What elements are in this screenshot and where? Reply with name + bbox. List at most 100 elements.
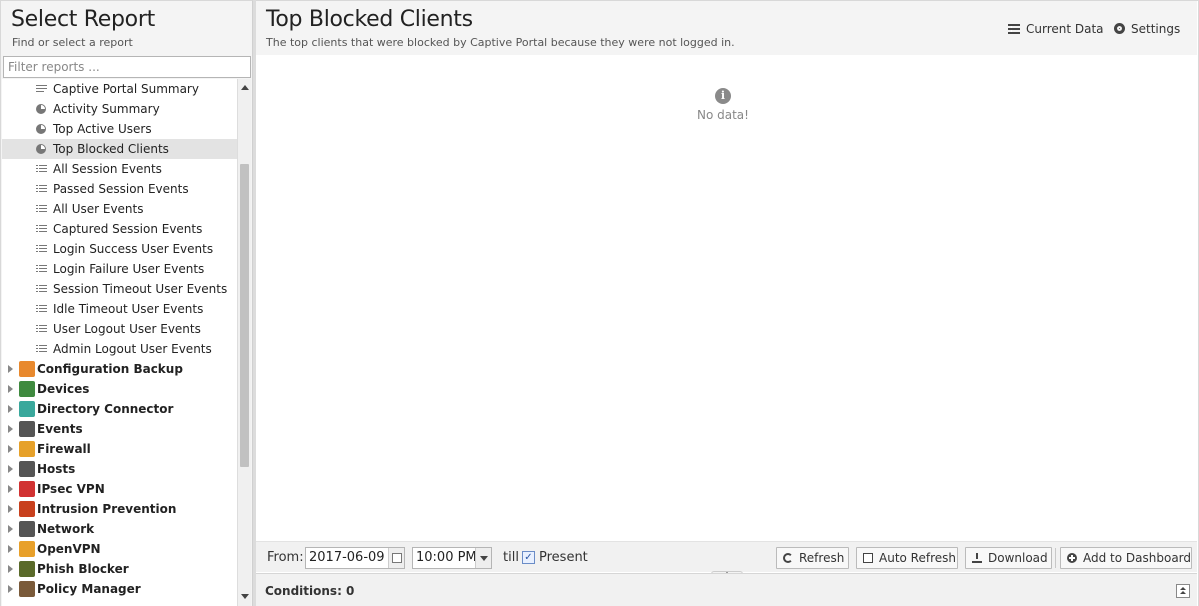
info-icon: i <box>715 88 731 104</box>
report-item[interactable]: Top Blocked Clients <box>2 139 237 159</box>
report-item[interactable]: Top Active Users <box>2 119 237 139</box>
scroll-up-icon[interactable] <box>241 85 249 90</box>
expand-arrow-icon[interactable] <box>8 405 13 413</box>
list-icon <box>36 344 47 354</box>
category-item[interactable]: Hosts <box>2 459 237 479</box>
tree-scrollbar[interactable] <box>237 79 251 606</box>
report-item[interactable]: All User Events <box>2 199 237 219</box>
report-item-label: Top Blocked Clients <box>53 142 169 156</box>
text-icon <box>36 84 47 94</box>
scroll-down-icon[interactable] <box>241 594 249 599</box>
no-data-text: No data! <box>697 108 749 122</box>
category-item[interactable]: Events <box>2 419 237 439</box>
category-item[interactable]: Firewall <box>2 439 237 459</box>
collapse-icon[interactable] <box>1176 584 1190 598</box>
list-icon <box>36 264 47 274</box>
report-item[interactable]: User Logout User Events <box>2 319 237 339</box>
report-item[interactable]: Activity Summary <box>2 99 237 119</box>
category-item-label: Hosts <box>37 462 76 476</box>
report-item-label: All User Events <box>53 202 144 216</box>
checkbox-empty-icon <box>863 553 873 563</box>
add-to-dashboard-label: Add to Dashboard <box>1083 551 1192 565</box>
from-time-field[interactable]: 10:00 PM <box>412 547 492 569</box>
category-item[interactable]: Devices <box>2 379 237 399</box>
date-value: 2017-06-09 <box>309 550 385 565</box>
list-icon <box>36 284 47 294</box>
category-item[interactable]: Intrusion Prevention <box>2 499 237 519</box>
expand-arrow-icon[interactable] <box>8 505 13 513</box>
category-item[interactable]: IPsec VPN <box>2 479 237 499</box>
report-item[interactable]: Passed Session Events <box>2 179 237 199</box>
refresh-button[interactable]: Refresh <box>776 547 849 569</box>
report-item-label: All Session Events <box>53 162 162 176</box>
openvpn-icon <box>19 541 35 557</box>
report-item-label: Login Failure User Events <box>53 262 205 276</box>
expand-arrow-icon[interactable] <box>8 545 13 553</box>
report-item-label: Passed Session Events <box>53 182 189 196</box>
ipsec-vpn-icon <box>19 481 35 497</box>
from-label: From: <box>267 550 304 565</box>
pie-chart-icon <box>36 104 46 114</box>
filter-reports-input[interactable] <box>3 56 251 78</box>
auto-refresh-button[interactable]: Auto Refresh <box>856 547 958 569</box>
category-item[interactable]: Policy Manager <box>2 579 237 599</box>
category-item[interactable]: OpenVPN <box>2 539 237 559</box>
list-icon <box>36 204 47 214</box>
report-item[interactable]: Login Success User Events <box>2 239 237 259</box>
refresh-icon <box>783 553 793 563</box>
present-label: Present <box>539 550 588 565</box>
calendar-icon[interactable] <box>388 548 404 568</box>
category-item-label: OpenVPN <box>37 542 101 556</box>
report-item-label: Admin Logout User Events <box>53 342 212 356</box>
hosts-icon <box>19 461 35 477</box>
expand-arrow-icon[interactable] <box>8 385 13 393</box>
expand-arrow-icon[interactable] <box>8 585 13 593</box>
category-item[interactable]: Phish Blocker <box>2 559 237 579</box>
current-data-button[interactable]: Current Data <box>1008 20 1104 38</box>
expand-arrow-icon[interactable] <box>8 525 13 533</box>
expand-arrow-icon[interactable] <box>8 485 13 493</box>
category-item-label: Configuration Backup <box>37 362 183 376</box>
report-item[interactable]: Login Failure User Events <box>2 259 237 279</box>
report-item-label: Captured Session Events <box>53 222 203 236</box>
download-button[interactable]: Download <box>965 547 1052 569</box>
report-description: The top clients that were blocked by Cap… <box>266 36 735 49</box>
settings-button[interactable]: Settings <box>1114 20 1180 38</box>
report-item[interactable]: Admin Logout User Events <box>2 339 237 359</box>
expand-arrow-icon[interactable] <box>8 425 13 433</box>
report-item-label: Session Timeout User Events <box>53 282 228 296</box>
category-item-label: Firewall <box>37 442 91 456</box>
chevron-down-icon[interactable] <box>475 548 491 568</box>
devices-icon <box>19 381 35 397</box>
add-to-dashboard-button[interactable]: Add to Dashboard <box>1060 547 1192 569</box>
category-item[interactable]: Directory Connector <box>2 399 237 419</box>
config-backup-icon <box>19 361 35 377</box>
list-icon <box>36 184 47 194</box>
expand-arrow-icon[interactable] <box>8 565 13 573</box>
category-item[interactable]: Network <box>2 519 237 539</box>
report-item[interactable]: Idle Timeout User Events <box>2 299 237 319</box>
expand-arrow-icon[interactable] <box>8 465 13 473</box>
no-data-message: i No data! <box>697 88 749 122</box>
report-item-label: Activity Summary <box>53 102 160 116</box>
expand-arrow-icon[interactable] <box>8 365 13 373</box>
report-tree: Captive Portal Summary Activity Summary To… <box>2 79 237 606</box>
panel-subtitle: Find or select a report <box>12 36 133 49</box>
report-item[interactable]: Captured Session Events <box>2 219 237 239</box>
download-label: Download <box>988 551 1048 565</box>
plus-circle-icon <box>1067 553 1077 563</box>
report-item[interactable]: Captive Portal Summary <box>2 79 237 99</box>
present-checkbox[interactable]: ✓ <box>522 551 535 564</box>
expand-arrow-icon[interactable] <box>8 445 13 453</box>
from-date-field[interactable]: 2017-06-09 <box>305 547 405 569</box>
report-item[interactable]: Session Timeout User Events <box>2 279 237 299</box>
phish-blocker-icon <box>19 561 35 577</box>
category-item[interactable]: Configuration Backup <box>2 359 237 379</box>
category-item-label: Intrusion Prevention <box>37 502 177 516</box>
report-item[interactable]: All Session Events <box>2 159 237 179</box>
pie-chart-icon <box>36 144 46 154</box>
network-icon <box>19 521 35 537</box>
events-icon <box>19 421 35 437</box>
download-icon <box>972 553 982 563</box>
scrollbar-thumb[interactable] <box>240 164 249 467</box>
